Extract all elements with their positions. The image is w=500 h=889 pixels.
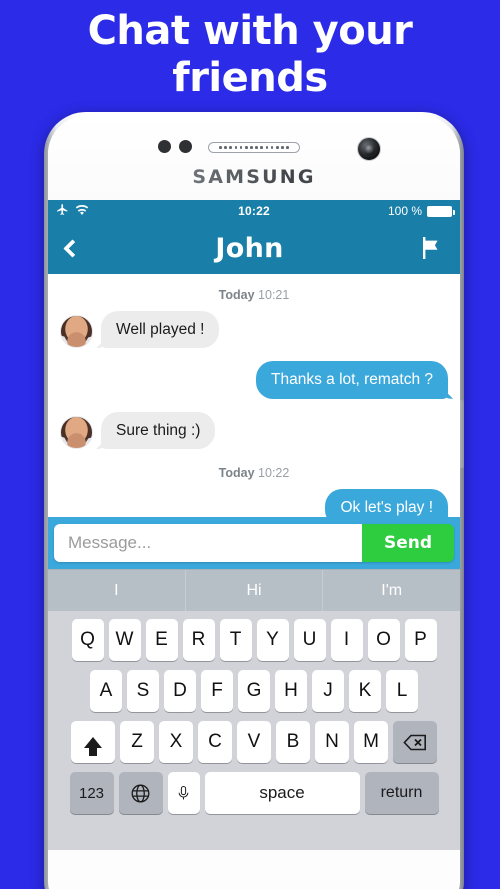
backspace-icon[interactable] bbox=[393, 721, 437, 763]
chat-header: John bbox=[48, 222, 460, 274]
key-p[interactable]: P bbox=[404, 619, 437, 661]
key-t[interactable]: T bbox=[219, 619, 252, 661]
phone-top-chrome: SAMSUNG bbox=[48, 116, 460, 200]
return-key[interactable]: return bbox=[364, 772, 439, 814]
date-separator: Today 10:21 bbox=[60, 288, 448, 302]
earpiece-speaker-icon bbox=[208, 142, 300, 153]
proximity-sensor-icon bbox=[158, 140, 171, 153]
chevron-left-icon[interactable] bbox=[63, 238, 82, 258]
key-j[interactable]: J bbox=[312, 670, 344, 712]
key-z[interactable]: Z bbox=[120, 721, 154, 763]
page-title: John bbox=[215, 232, 284, 264]
sensor-dots bbox=[158, 140, 192, 153]
phone-body: SAMSUNG 10:22 100 % John Today 10:21 Wel… bbox=[48, 116, 460, 889]
keyboard-row-4: 123 space return bbox=[51, 772, 457, 814]
status-bar: 10:22 100 % bbox=[48, 200, 460, 222]
key-n[interactable]: N bbox=[315, 721, 349, 763]
key-c[interactable]: C bbox=[198, 721, 232, 763]
suggestion-0[interactable]: I bbox=[48, 570, 185, 611]
send-button[interactable]: Send bbox=[361, 524, 454, 562]
key-l[interactable]: L bbox=[386, 670, 418, 712]
phone-screen: 10:22 100 % John Today 10:21 Well played… bbox=[48, 200, 460, 850]
headline-line-1: Chat with your bbox=[87, 8, 413, 54]
phone-brand-label: SAMSUNG bbox=[48, 166, 460, 188]
key-h[interactable]: H bbox=[275, 670, 307, 712]
date-separator-day: Today bbox=[218, 288, 255, 302]
key-g[interactable]: G bbox=[238, 670, 270, 712]
key-k[interactable]: K bbox=[349, 670, 381, 712]
message-bubble-outgoing: Ok let's play ! bbox=[325, 489, 448, 517]
phone-device: SAMSUNG 10:22 100 % John Today 10:21 Wel… bbox=[44, 112, 464, 889]
key-x[interactable]: X bbox=[159, 721, 193, 763]
message-bubble-incoming: Well played ! bbox=[101, 311, 220, 349]
key-r[interactable]: R bbox=[182, 619, 215, 661]
key-d[interactable]: D bbox=[164, 670, 196, 712]
numbers-key[interactable]: 123 bbox=[69, 772, 114, 814]
promo-headline: Chat with your friends bbox=[0, 0, 500, 102]
key-o[interactable]: O bbox=[367, 619, 400, 661]
message-row: Well played ! bbox=[60, 311, 448, 349]
conversation-list[interactable]: Today 10:21 Well played ! Thanks a lot, … bbox=[48, 274, 460, 517]
key-e[interactable]: E bbox=[145, 619, 178, 661]
battery-full-icon bbox=[427, 205, 455, 217]
date-separator-time: 10:22 bbox=[258, 466, 290, 481]
key-m[interactable]: M bbox=[354, 721, 388, 763]
key-v[interactable]: V bbox=[237, 721, 271, 763]
message-bubble-outgoing: Thanks a lot, rematch ? bbox=[256, 361, 448, 399]
keyboard-row-3: Z X C V B N M bbox=[51, 721, 457, 763]
avatar bbox=[60, 416, 93, 450]
key-q[interactable]: Q bbox=[71, 619, 104, 661]
key-a[interactable]: A bbox=[90, 670, 122, 712]
message-row: Thanks a lot, rematch ? bbox=[60, 361, 448, 399]
microphone-icon[interactable] bbox=[167, 772, 200, 814]
key-u[interactable]: U bbox=[293, 619, 326, 661]
battery-percent-label: 100 % bbox=[387, 204, 422, 218]
front-camera-icon bbox=[357, 137, 381, 161]
status-right: 100 % bbox=[387, 204, 455, 218]
key-i[interactable]: I bbox=[330, 619, 363, 661]
date-separator-time: 10:21 bbox=[258, 288, 290, 302]
suggestion-2[interactable]: I'm bbox=[322, 570, 460, 611]
shift-icon[interactable] bbox=[71, 721, 115, 763]
message-row: Sure thing :) bbox=[60, 411, 448, 450]
headline-line-2: friends bbox=[172, 55, 328, 102]
date-separator: Today 10:22 bbox=[60, 466, 448, 480]
key-f[interactable]: F bbox=[201, 670, 233, 712]
keyboard-row-1: Q W E R T Y U I O P bbox=[51, 619, 457, 661]
on-screen-keyboard: Q W E R T Y U I O P A S D F G H J K L Z … bbox=[48, 611, 460, 850]
message-input[interactable] bbox=[54, 524, 362, 562]
message-input-wrap: Send bbox=[54, 524, 454, 562]
flag-icon[interactable] bbox=[420, 236, 442, 260]
key-y[interactable]: Y bbox=[256, 619, 289, 661]
predictive-text-bar: I Hi I'm bbox=[48, 569, 460, 611]
message-bubble-incoming: Sure thing :) bbox=[101, 411, 216, 450]
avatar bbox=[60, 315, 93, 349]
key-s[interactable]: S bbox=[127, 670, 159, 712]
light-sensor-icon bbox=[179, 140, 192, 153]
message-row: Ok let's play ! bbox=[60, 489, 448, 517]
message-input-bar: Send bbox=[48, 517, 460, 569]
suggestion-1[interactable]: Hi bbox=[184, 570, 323, 611]
space-key[interactable]: space bbox=[204, 772, 360, 814]
keyboard-row-2: A S D F G H J K L bbox=[51, 670, 457, 712]
globe-icon[interactable] bbox=[118, 772, 163, 814]
date-separator-day: Today bbox=[218, 466, 255, 481]
key-w[interactable]: W bbox=[108, 619, 141, 661]
key-b[interactable]: B bbox=[276, 721, 310, 763]
